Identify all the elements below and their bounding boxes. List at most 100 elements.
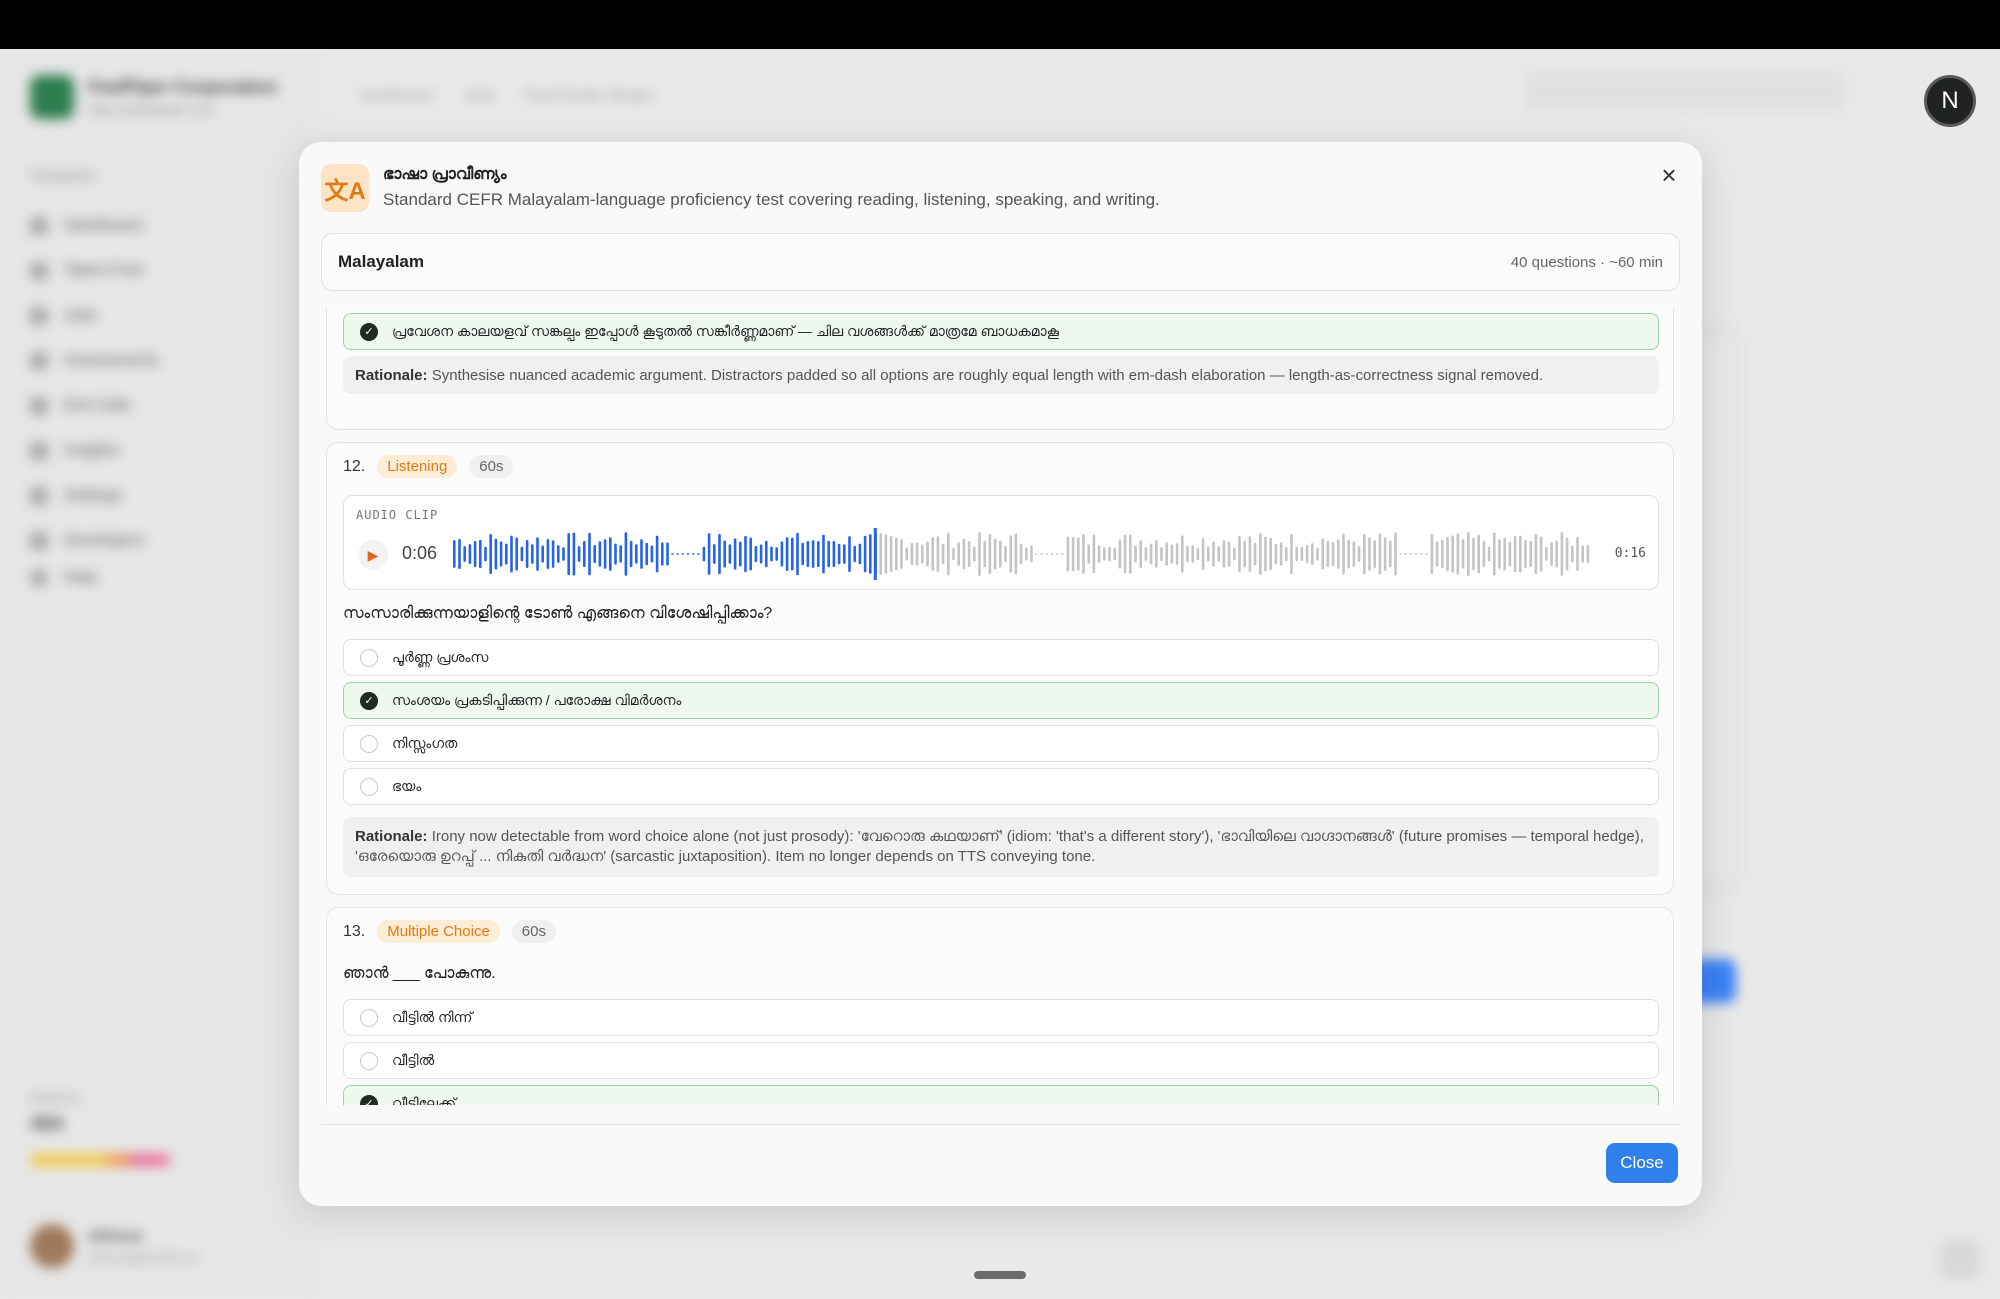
sidebar-item-label: Dashboard <box>64 216 143 234</box>
breadcrumb-item: Real Estate Slinger <box>525 87 654 104</box>
clipboard-icon <box>30 351 48 370</box>
waveform-bar <box>1149 543 1153 565</box>
sidebar-item-dashboard[interactable]: Dashboard <box>30 203 300 248</box>
answer-option-correct[interactable]: ✓ പ്രവേശന കാലയളവ് സങ്കല്പം ഇപ്പോൾ കൂടുതൽ… <box>343 313 1659 350</box>
waveform-bar <box>609 537 612 571</box>
questions-scroll-area[interactable]: ✓ പ്രവേശന കാലയളവ് സങ്കല്പം ഇപ്പോൾ കൂടുതൽ… <box>321 307 1680 1105</box>
waveform-bar <box>801 542 804 566</box>
waveform-bar <box>707 533 711 575</box>
sidebar-item-jobs[interactable]: Jobs <box>30 293 300 338</box>
waveform-bar <box>941 543 945 565</box>
waveform-bar <box>796 532 799 576</box>
gear-icon <box>30 486 48 505</box>
users-icon <box>30 261 48 280</box>
waveform-bar <box>572 532 576 576</box>
radio-icon <box>360 777 378 796</box>
waveform-bar <box>1430 533 1434 575</box>
brand-url: https://pixelpaper.com <box>88 102 215 117</box>
waveform-bar <box>1212 541 1215 567</box>
waveform-bar <box>1019 543 1023 565</box>
waveform-gap <box>1415 553 1417 555</box>
corner-button[interactable] <box>1940 1239 1980 1279</box>
answer-option[interactable]: നിസ്സംഗത <box>343 725 1659 762</box>
question-type-badge: Multiple Choice <box>377 920 500 943</box>
user-menu[interactable]: Athena athena@pixelfox.io <box>30 1224 199 1268</box>
close-button[interactable]: Close <box>1606 1143 1678 1183</box>
waveform-bar <box>759 544 763 564</box>
waveform-bar <box>1472 537 1475 571</box>
waveform-bar <box>713 544 716 564</box>
waveform-bar <box>1363 533 1366 575</box>
waveform-bar <box>1118 539 1122 569</box>
waveform-bar <box>458 539 461 569</box>
sidebar-item-help[interactable]: Help <box>30 569 97 587</box>
waveform-bar <box>1337 539 1340 569</box>
question-card-13: 13. Multiple Choice 60s ഞാൻ ___ പോകുന്നു… <box>326 907 1674 1105</box>
waveform-bar <box>1264 536 1267 572</box>
breadcrumb-item[interactable]: Jobs <box>463 87 495 104</box>
waveform-bar <box>546 539 550 569</box>
sidebar-item-label: Insights <box>64 441 120 459</box>
answer-option[interactable]: പൂർണ്ണ പ്രശംസ <box>343 639 1659 676</box>
waveform-bar <box>1071 536 1075 572</box>
waveform-bar <box>765 540 768 568</box>
waveform-bar <box>915 542 919 566</box>
sidebar-item-insights[interactable]: Insights <box>30 428 300 473</box>
sidebar-item-talent-pool[interactable]: Talent Pool <box>30 248 300 293</box>
waveform-bar <box>1030 545 1033 563</box>
waveform-bar <box>1378 533 1382 575</box>
waveform-bar <box>1025 547 1028 561</box>
waveform-bar <box>551 540 555 568</box>
sidebar-item-label: Developers <box>64 531 145 549</box>
breadcrumb-item[interactable]: Dashboard <box>360 87 433 104</box>
waveform-gap <box>681 553 684 555</box>
sidebar-item-developers[interactable]: Developers <box>30 518 300 563</box>
waveform-bar <box>957 542 960 566</box>
answer-option-correct[interactable]: ✓ വീട്ടിലേക്ക് <box>343 1085 1659 1105</box>
waveform-bar <box>1560 532 1564 576</box>
waveform-bar <box>1326 540 1330 568</box>
user-name: Athena <box>88 1227 143 1245</box>
sidebar: FeelPiper Corporation https://pixelpaper… <box>0 49 320 1299</box>
waveform-gap <box>687 553 689 555</box>
code-icon <box>30 531 48 550</box>
waveform-bar <box>525 540 529 568</box>
waveform-bar <box>1477 534 1480 574</box>
waveform-gap <box>676 553 679 555</box>
waveform-bar <box>1066 536 1070 572</box>
sidebar-item-label: Jobs <box>64 306 98 324</box>
search-input[interactable] <box>1525 71 1845 111</box>
translate-icon: 文A <box>321 164 369 212</box>
profile-avatar[interactable]: N <box>1924 75 1976 127</box>
waveform-bar <box>999 540 1002 568</box>
waveform-bar <box>931 537 934 571</box>
sidebar-item-settings[interactable]: Settings <box>30 473 300 518</box>
sidebar-item-assessments[interactable]: Assessments <box>30 338 300 383</box>
close-icon[interactable]: × <box>1654 160 1684 190</box>
waveform-bar <box>1259 533 1262 575</box>
playhead[interactable] <box>873 528 877 580</box>
play-icon[interactable]: ▶ <box>358 540 388 570</box>
waveform-bar <box>1238 535 1241 573</box>
option-text: വീട്ടിലേക്ക് <box>392 1095 457 1105</box>
answer-option[interactable]: വീട്ടിൽ നിന്ന് <box>343 999 1659 1036</box>
audio-waveform[interactable] <box>452 526 1592 582</box>
waveform-bar <box>661 542 664 566</box>
answer-option-correct[interactable]: ✓ സംശയം പ്രകടിപ്പിക്കുന്ന / പരോക്ഷ വിമർശ… <box>343 682 1659 719</box>
waveform-bar <box>1103 547 1106 561</box>
waveform-bar <box>770 546 773 562</box>
language-name: Malayalam <box>338 252 424 271</box>
balance-bar <box>30 1154 170 1166</box>
sidebar-item-exit-calls[interactable]: Exit Calls <box>30 383 300 428</box>
waveform-bar <box>1191 545 1194 563</box>
waveform-bar <box>889 536 893 572</box>
answer-option[interactable]: ഭയം <box>343 768 1659 805</box>
option-text: വീട്ടിൽ <box>392 1052 435 1068</box>
waveform-bar <box>1077 537 1080 571</box>
answer-option[interactable]: വീട്ടിൽ <box>343 1042 1659 1079</box>
check-icon: ✓ <box>360 691 378 710</box>
breadcrumb: Dashboard Jobs Real Estate Slinger <box>360 87 653 104</box>
waveform-bar <box>510 535 513 573</box>
drag-handle[interactable] <box>974 1271 1026 1279</box>
waveform-bar <box>577 546 581 562</box>
